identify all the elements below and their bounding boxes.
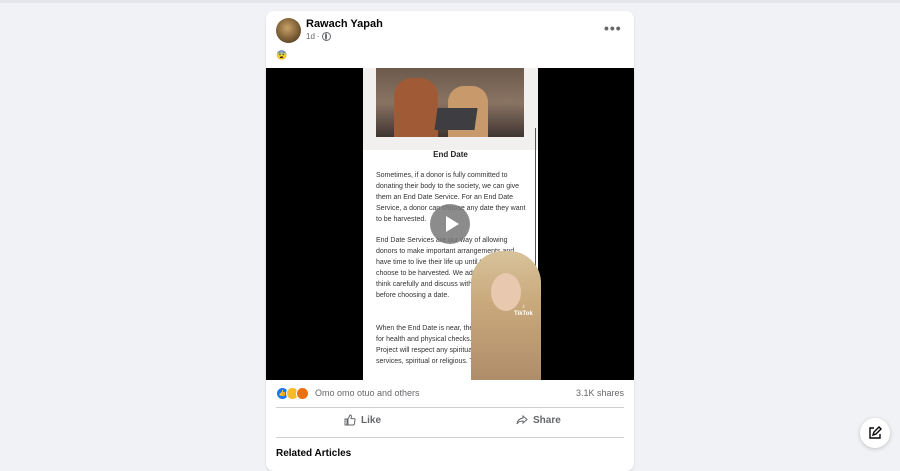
post-meta: 1d · (306, 32, 331, 41)
meta-separator: · (316, 32, 320, 41)
play-icon (445, 216, 459, 232)
video-player[interactable]: End Date Sometimes, if a donor is fully … (266, 68, 634, 380)
more-icon[interactable]: ••• (604, 21, 622, 35)
post-time[interactable]: 1d (306, 32, 315, 41)
related-articles-heading: Related Articles (276, 448, 352, 459)
compose-icon (869, 426, 882, 439)
tiktok-watermark: ♪ TikTok (514, 304, 533, 317)
share-label: Share (533, 414, 561, 426)
angry-icon (296, 387, 309, 400)
reactions-summary[interactable]: Omo omo otuo and others (315, 388, 420, 398)
doc-photo (376, 68, 524, 137)
reaction-icons[interactable]: 👍 (276, 387, 309, 400)
divider (276, 407, 624, 408)
shares-count[interactable]: 3.1K shares (576, 388, 624, 398)
doc-title: End Date (433, 150, 468, 159)
post-card: Rawach Yapah 1d · ••• 😨 End Date Sometim… (266, 11, 634, 471)
avatar[interactable] (276, 18, 301, 43)
share-button[interactable]: Share (516, 413, 561, 427)
divider (276, 437, 624, 438)
post-text: 😨 (276, 50, 288, 60)
author-name[interactable]: Rawach Yapah (306, 18, 383, 30)
like-label: Like (361, 414, 382, 426)
compose-button[interactable] (860, 418, 890, 448)
like-button[interactable]: Like (344, 413, 381, 427)
share-icon (516, 414, 528, 425)
globe-icon (321, 32, 331, 41)
top-bar (0, 0, 900, 3)
play-button[interactable] (430, 204, 470, 244)
thumbs-up-icon (344, 414, 356, 426)
tiktok-logo-icon: ♪ (521, 304, 525, 310)
